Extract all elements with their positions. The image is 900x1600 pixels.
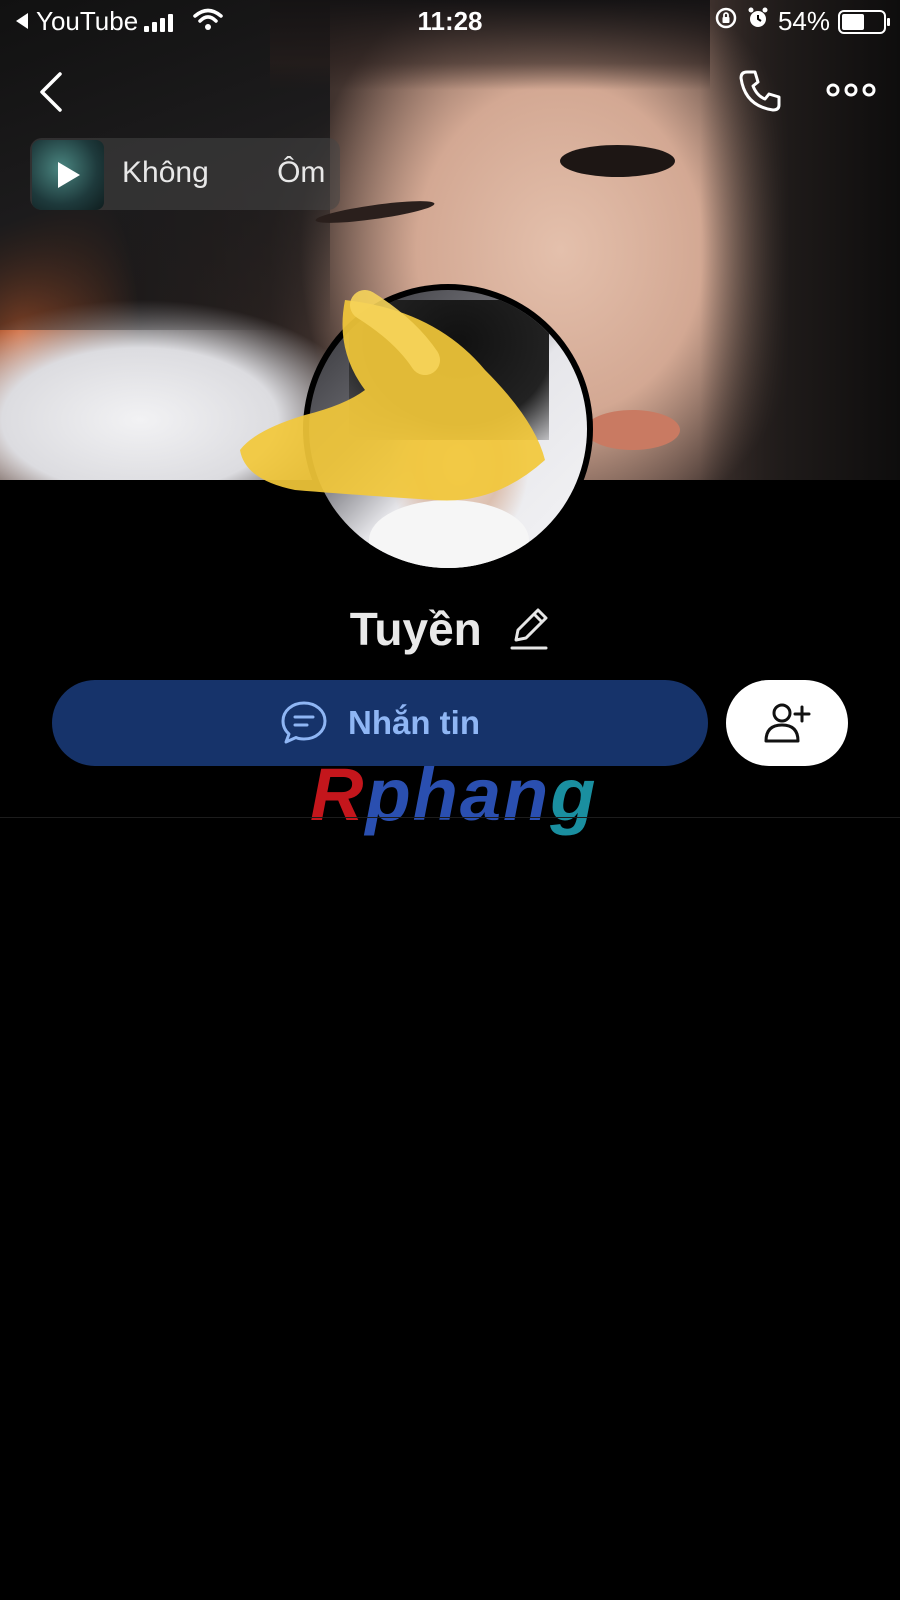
- watermark-logo: Rphang: [310, 758, 597, 832]
- watermark-part-1: R: [310, 753, 366, 836]
- back-button[interactable]: [30, 68, 76, 114]
- cover-hair-right: [700, 0, 900, 480]
- status-right: 54%: [714, 6, 890, 37]
- watermark-part-2: phan: [365, 753, 551, 836]
- play-icon: [58, 162, 80, 188]
- edit-name-button[interactable]: [508, 606, 550, 652]
- profile-name-row: Tuyền: [0, 602, 900, 662]
- rotation-lock-icon: [714, 6, 738, 37]
- profile-music-player[interactable]: Không Ôm: [30, 138, 340, 210]
- status-bar: YouTube 11:28 54%: [0, 0, 900, 44]
- send-message-label: Nhắn tin: [348, 704, 480, 741]
- chat-bubble-icon: [281, 701, 327, 744]
- phone-icon: [739, 70, 781, 112]
- battery-percent: 54%: [777, 6, 830, 36]
- more-options-button[interactable]: [826, 78, 876, 102]
- add-user-icon: [764, 703, 811, 743]
- profile-avatar[interactable]: [303, 284, 593, 574]
- section-divider: [0, 817, 900, 818]
- pencil-icon: [510, 608, 548, 650]
- watermark-part-3: g: [550, 753, 598, 836]
- avatar-photo: [309, 290, 587, 568]
- profile-name: Tuyền: [349, 603, 482, 655]
- alarm-icon: [746, 6, 770, 37]
- battery-icon: [838, 9, 890, 34]
- add-friend-button[interactable]: [726, 680, 848, 766]
- chevron-left-icon: [40, 72, 62, 112]
- song-title: Không Ôm: [122, 156, 326, 189]
- more-icon: [826, 83, 876, 97]
- cover-lips: [585, 410, 680, 450]
- cover-eye-right: [560, 145, 675, 177]
- call-button[interactable]: [735, 66, 785, 116]
- album-thumbnail[interactable]: [32, 140, 104, 210]
